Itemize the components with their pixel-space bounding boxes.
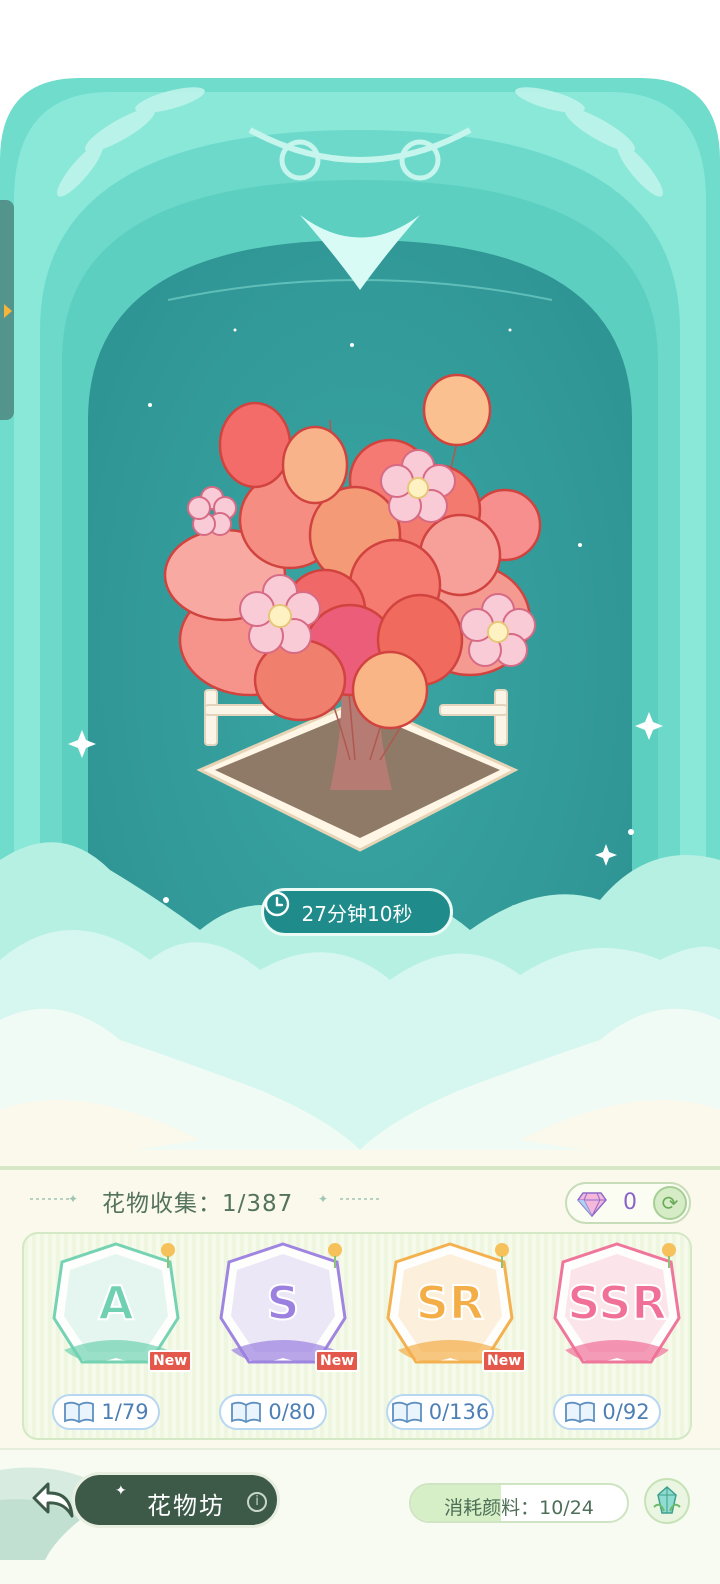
timer-text: 27分钟10秒 [301, 901, 413, 926]
tier-count-pill: 1/79 [52, 1394, 160, 1430]
new-badge: New [482, 1350, 527, 1372]
tier-count-pill: 0/80 [219, 1394, 327, 1430]
tier-card-a[interactable]: A New 1/79 [38, 1234, 193, 1434]
tier-label: S [265, 1275, 300, 1331]
consumption-label: 消耗颜料：10/24 [444, 1497, 594, 1519]
info-icon[interactable]: i [247, 1492, 267, 1512]
sparkle-left-icon: ✦ [68, 1192, 79, 1206]
tier-card-ssr[interactable]: SSR 0/92 [539, 1234, 689, 1434]
tier-label: A [97, 1275, 135, 1331]
tier-count: 1/79 [101, 1400, 149, 1424]
panel-divider [0, 1166, 720, 1170]
tier-cards-container: A New 1/79 S New 0/80 SR New 0/136 SSR 0/92 [22, 1232, 692, 1440]
tier-card-s[interactable]: S New 0/80 [205, 1234, 360, 1434]
crystal-icon [653, 1485, 681, 1514]
dotted-line-right [340, 1198, 380, 1200]
sparkle-right-icon: ✦ [318, 1192, 329, 1206]
sparkle-icon: ✦ [115, 1483, 127, 1499]
back-arrow-icon [32, 1482, 74, 1518]
chevron-right-icon [4, 304, 12, 318]
diamond-icon [577, 1192, 607, 1217]
book-icon [391, 1401, 422, 1423]
side-drawer-handle[interactable] [0, 200, 14, 420]
refresh-icon: ⟳ [661, 1191, 679, 1215]
tier-count: 0/80 [268, 1400, 316, 1424]
tier-count: 0/136 [428, 1400, 490, 1424]
book-icon [231, 1401, 262, 1423]
workshop-name: 花物坊 [147, 1492, 225, 1520]
bottom-bar-divider [0, 1448, 720, 1450]
crystal-button[interactable] [644, 1478, 690, 1524]
tier-label: SSR [566, 1275, 668, 1331]
tier-label: SR [415, 1275, 486, 1331]
collection-title: 花物收集：1/387 [102, 1191, 294, 1217]
growth-timer: 27分钟10秒 [261, 888, 453, 936]
clock-icon [264, 891, 290, 917]
tier-count-pill: 0/92 [553, 1394, 661, 1430]
diamond-currency: 0 ⟳ [565, 1182, 691, 1224]
tier-count-pill: 0/136 [386, 1394, 494, 1430]
tier-count: 0/92 [602, 1400, 650, 1424]
new-badge: New [148, 1350, 193, 1372]
diamond-count: 0 [623, 1190, 637, 1215]
back-button[interactable] [28, 1474, 78, 1526]
book-icon [64, 1401, 95, 1423]
workshop-title-tag[interactable]: ✦ 花物坊 i [72, 1472, 280, 1528]
book-icon [565, 1401, 596, 1423]
dotted-line-left [30, 1198, 70, 1200]
flower-display-scene: 27分钟10秒 [0, 0, 720, 1170]
new-badge: New [315, 1350, 360, 1372]
refresh-button[interactable]: ⟳ [653, 1186, 687, 1220]
paint-consumption-bar: 消耗颜料：10/24 [409, 1483, 629, 1523]
scene-background [0, 0, 720, 1170]
tier-card-sr[interactable]: SR New 0/136 [372, 1234, 527, 1434]
